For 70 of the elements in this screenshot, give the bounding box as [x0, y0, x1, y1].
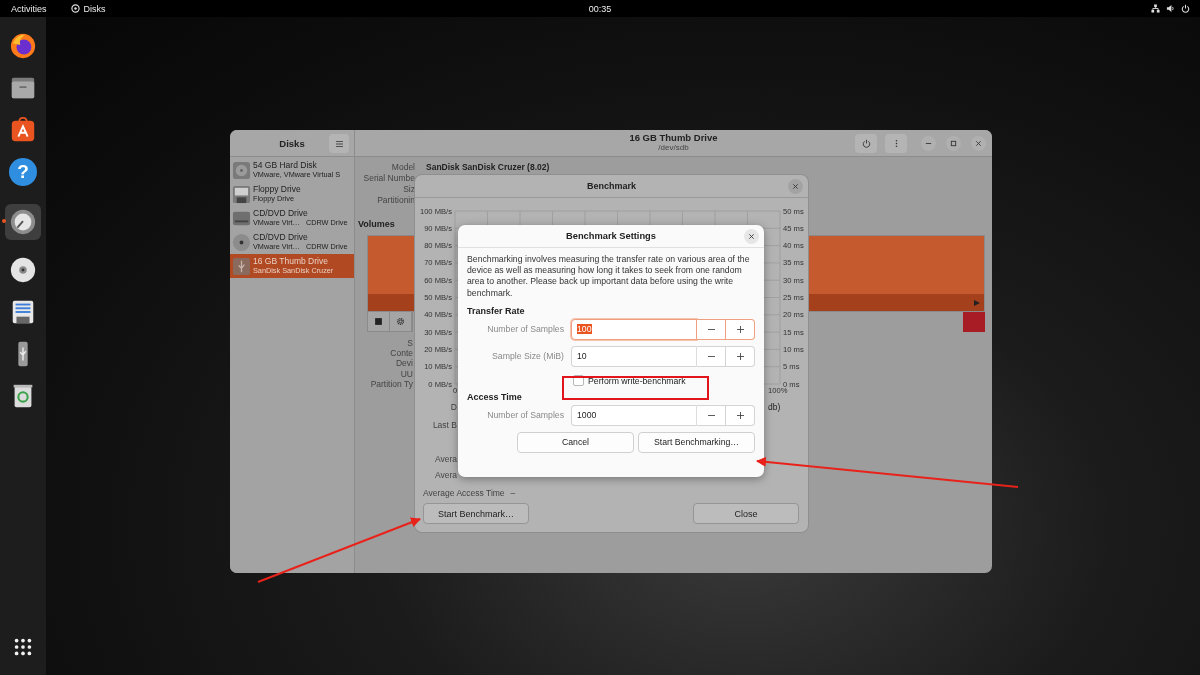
stop-icon	[374, 317, 383, 326]
disk-icon	[70, 4, 80, 13]
field-label: Partition Ty	[370, 378, 413, 389]
field-value: –	[510, 487, 516, 498]
app-menu[interactable]: Disks	[70, 3, 106, 14]
field-label: Average Access Time	[423, 487, 505, 498]
field-label: Serial Numbe	[362, 172, 415, 183]
minimize-icon	[925, 140, 932, 147]
close-button[interactable]	[971, 136, 986, 151]
close-icon	[748, 233, 755, 240]
field-label: UU	[400, 368, 413, 379]
start-benchmark-button[interactable]: Start Benchmark…	[423, 503, 529, 524]
menu-button[interactable]	[329, 134, 349, 153]
field-label: Last B	[431, 419, 457, 430]
fox-globe-icon[interactable]	[9, 32, 37, 60]
sidebar-title: Disks	[279, 137, 305, 149]
window-subtitle: /dev/sdb	[658, 143, 689, 153]
power-icon	[861, 139, 871, 148]
field-label: Number of Samples	[486, 324, 564, 335]
gear-icon	[396, 317, 405, 326]
clock[interactable]: 00:35	[588, 3, 612, 14]
section-heading: Access Time	[467, 391, 523, 402]
field-label: Devi	[396, 358, 413, 369]
close-button[interactable]: Close	[693, 503, 799, 524]
field-label: Number of Samples	[486, 410, 564, 421]
plus-icon	[736, 352, 744, 360]
number-field[interactable]: 100	[571, 318, 697, 340]
plus-icon	[736, 325, 744, 333]
close-button[interactable]	[744, 229, 759, 244]
activities-button[interactable]: Activities	[11, 3, 47, 14]
maximize-icon	[950, 140, 957, 147]
field-label: Partitionin	[376, 194, 415, 205]
field-value: db)	[768, 401, 781, 412]
maximize-button[interactable]	[946, 136, 961, 151]
field-label: D	[449, 401, 457, 412]
field-value: SanDisk SanDisk Cruzer (8.02)	[426, 161, 550, 172]
triangle-icon	[974, 299, 980, 306]
number-field[interactable]: 1000	[571, 404, 697, 426]
menu-icon	[335, 140, 343, 147]
close-icon	[792, 183, 799, 190]
cancel-button[interactable]: Cancel	[517, 431, 634, 453]
network-icon[interactable]	[1151, 4, 1160, 13]
number-field[interactable]: 10	[571, 345, 697, 367]
section-heading: Volumes	[358, 219, 395, 229]
field-label: Conte	[390, 348, 413, 359]
window-title: 16 GB Thumb Drive	[629, 133, 718, 144]
write-benchmark-checkbox[interactable]: Perform write-benchmark	[573, 375, 686, 387]
field-label: Model	[390, 161, 415, 172]
field-label: Siz	[402, 183, 415, 194]
shopping-bag-icon[interactable]	[9, 116, 37, 144]
volume-icon[interactable]	[1166, 4, 1175, 13]
field-label: Avera	[433, 453, 457, 464]
close-icon	[975, 140, 982, 147]
plus-icon	[736, 411, 744, 419]
disc-icon[interactable]	[9, 256, 37, 284]
close-button[interactable]	[788, 179, 803, 194]
dialog-title: Benchmark	[587, 181, 636, 191]
field-label: Sample Size (MiB)	[491, 351, 564, 362]
dialog-title: Benchmark Settings	[566, 231, 656, 241]
power-icon[interactable]	[1181, 4, 1190, 13]
field-label: S	[407, 338, 413, 349]
field-label: Avera	[433, 469, 457, 480]
power-off-button[interactable]	[855, 134, 877, 153]
description-text: Benchmarking involves measuring the transfer rate on various area of the device as well as measuring how long it takes to seek from one random area to another. Please back up important data before using the write benchmark.	[467, 254, 751, 299]
section-heading: Transfer Rate	[467, 305, 526, 316]
increment-button[interactable]	[726, 318, 755, 340]
usb-stick-icon	[232, 256, 251, 276]
checkbox[interactable]	[573, 375, 584, 387]
floppy-icon	[232, 184, 251, 204]
start-benchmarking-button[interactable]: Start Benchmarking…	[638, 431, 755, 453]
